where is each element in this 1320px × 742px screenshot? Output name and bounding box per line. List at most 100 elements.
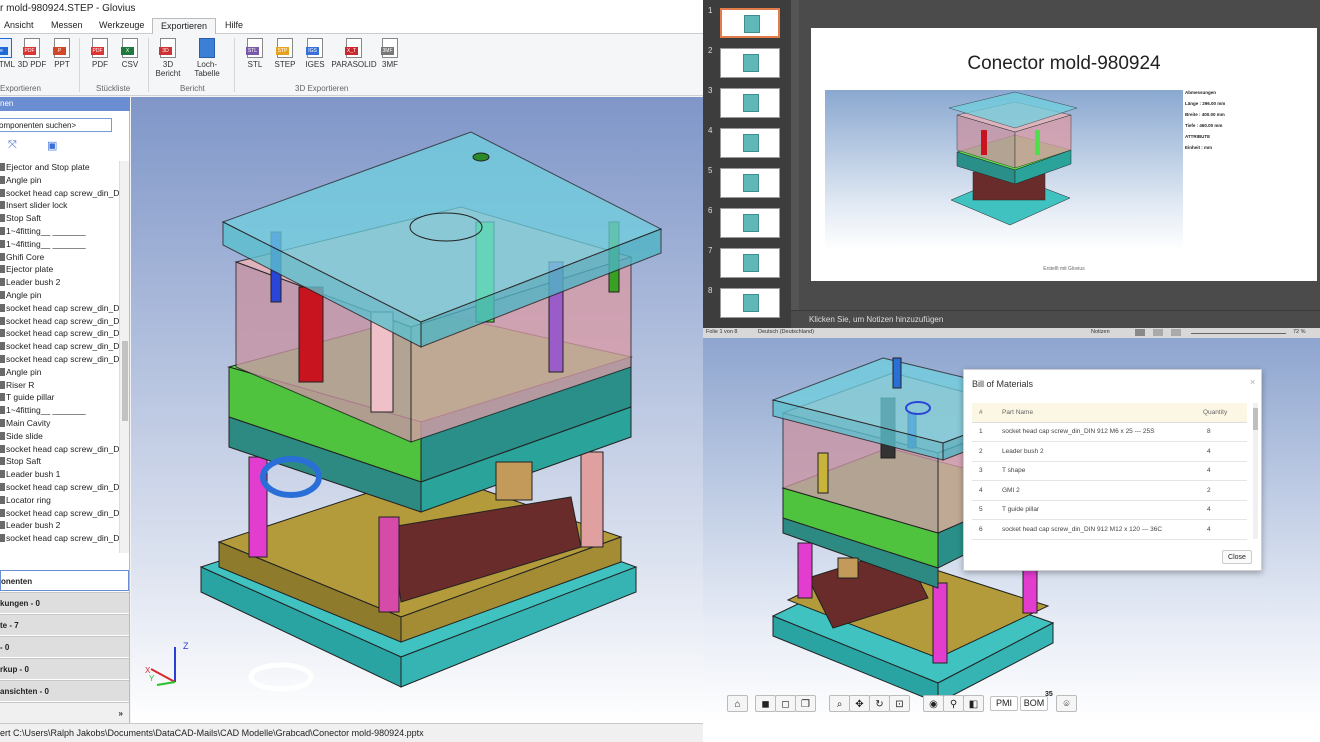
tree-scrollbar[interactable]	[119, 161, 129, 553]
tree-item[interactable]: 1~4fitting__ _______	[0, 404, 120, 417]
accordion-markup[interactable]: rkup - 0	[0, 658, 129, 679]
accordion-item-4[interactable]: - 0	[0, 636, 129, 657]
menu-ansicht[interactable]: Ansicht	[4, 20, 34, 30]
layers-icon[interactable]: ❐	[795, 695, 816, 712]
zoom-level[interactable]: 72 %	[1293, 329, 1306, 335]
tree-item[interactable]: Riser R	[0, 379, 120, 392]
bom-row[interactable]: 4 GMI 22	[972, 480, 1247, 501]
tree-item[interactable]: Ghifi Core	[0, 251, 120, 264]
tree-item[interactable]: socket head cap screw_din_DI	[0, 327, 120, 340]
export-3d-pdf-button[interactable]: PDF 3D PDF	[16, 38, 48, 69]
tree-item[interactable]: socket head cap screw_din_DI	[0, 532, 120, 545]
tree-item[interactable]: socket head cap screw_din_DI	[0, 187, 120, 200]
notes-placeholder[interactable]: Klicken Sie, um Notizen hinzuzufügen	[791, 310, 1320, 328]
pan-icon[interactable]: ✥	[849, 695, 870, 712]
slide-thumbnail[interactable]	[720, 168, 780, 198]
section-icon[interactable]: ◉	[923, 695, 944, 712]
menu-hilfe[interactable]: Hilfe	[225, 20, 243, 30]
tree-item[interactable]: socket head cap screw_din_DI	[0, 353, 120, 366]
tree-item[interactable]: socket head cap screw_din_DI	[0, 481, 120, 494]
home-icon[interactable]: ⌂	[727, 695, 748, 712]
tree-item[interactable]: 1~4fitting__ _______	[0, 225, 120, 238]
tree-item[interactable]: Side slide	[0, 430, 120, 443]
export-3mf-button[interactable]: 3MF 3MF	[374, 38, 406, 69]
zoom-icon[interactable]: ⌕	[829, 695, 850, 712]
slide-canvas[interactable]: Conector mold-980924 Abmessungen Länge :…	[811, 28, 1317, 281]
slide-pane-scrollbar[interactable]	[791, 0, 799, 310]
tree-item[interactable]: Leader bush 2	[0, 276, 120, 289]
bom-scrollbar-thumb[interactable]	[1253, 408, 1258, 430]
slide-thumbnail[interactable]	[720, 8, 780, 38]
3d-viewport[interactable]: Z X Y	[131, 97, 703, 723]
export-3d-report-button[interactable]: 3D 3D Bericht	[152, 38, 184, 78]
notes-toggle[interactable]: Notizen	[1091, 329, 1110, 335]
bom-close-icon[interactable]: ×	[1250, 377, 1255, 387]
tree-item[interactable]: Angle pin	[0, 174, 120, 187]
tree-item[interactable]: socket head cap screw_din_DI	[0, 443, 120, 456]
tree-item[interactable]: socket head cap screw_din_DI	[0, 302, 120, 315]
bom-row[interactable]: 6 socket head cap screw_din_DIN 912 M12 x…	[972, 519, 1247, 540]
accordion-anmerkungen[interactable]: kungen - 0	[0, 592, 129, 613]
slide-thumbnail[interactable]	[720, 248, 780, 278]
accordion-overflow-icon[interactable]: »	[0, 702, 129, 723]
slide-thumbnail[interactable]	[720, 128, 780, 158]
wireframe-view-icon[interactable]: ◻	[775, 695, 796, 712]
tree-item[interactable]: Main Cavity	[0, 417, 120, 430]
tree-item[interactable]: Angle pin	[0, 366, 120, 379]
bom-close-button[interactable]: Close	[1222, 550, 1252, 564]
accordion-schnitte[interactable]: te - 7	[0, 614, 129, 635]
zoom-slider[interactable]	[1191, 333, 1286, 334]
menu-exportieren[interactable]: Exportieren	[152, 18, 217, 34]
export-stl-button[interactable]: STL STL	[239, 38, 271, 69]
export-iges-button[interactable]: IGS IGES	[299, 38, 331, 69]
export-pdf-button[interactable]: PDF PDF	[84, 38, 116, 69]
solid-view-icon[interactable]: ◼	[755, 695, 776, 712]
tree-item[interactable]: socket head cap screw_din_DI	[0, 340, 120, 353]
tree-item[interactable]: Insert slider lock	[0, 199, 120, 212]
accordion-ansichten[interactable]: ansichten - 0	[0, 680, 129, 701]
menu-werkzeuge[interactable]: Werkzeuge	[99, 20, 144, 30]
slide-sorter-icon[interactable]	[1153, 329, 1163, 336]
bom-row[interactable]: 2 Leader bush 24	[972, 441, 1247, 462]
bom-row[interactable]: 3T shape 4	[972, 461, 1247, 481]
export-parasolid-button[interactable]: X_T PARASOLID	[331, 38, 377, 69]
pmi-button[interactable]: PMI	[990, 696, 1018, 711]
export-ppt-button[interactable]: P PPT	[46, 38, 78, 69]
tree-item[interactable]: socket head cap screw_din_DI	[0, 315, 120, 328]
fit-icon[interactable]: ⊡	[889, 695, 910, 712]
menu-messen[interactable]: Messen	[51, 20, 83, 30]
rotate-icon[interactable]: ↻	[869, 695, 890, 712]
slide-thumbnail[interactable]	[720, 48, 780, 78]
bom-row[interactable]: 5T guide pillar 4	[972, 500, 1247, 520]
export-hole-table-button[interactable]: Loch-Tabelle	[186, 38, 228, 78]
tree-item[interactable]: Ejector and Stop plate	[0, 161, 120, 174]
explode-icon[interactable]: ⚲	[943, 695, 964, 712]
slide-thumbnail[interactable]	[720, 208, 780, 238]
bom-button[interactable]: BOM	[1020, 696, 1048, 711]
slide-thumbnail[interactable]	[720, 88, 780, 118]
tree-item[interactable]: 1~4fitting__ _______	[0, 238, 120, 251]
export-step-button[interactable]: STP STEP	[269, 38, 301, 69]
normal-view-icon[interactable]	[1135, 329, 1145, 336]
export-csv-button[interactable]: X CSV	[114, 38, 146, 69]
language-indicator[interactable]: Deutsch (Deutschland)	[758, 329, 814, 335]
slide-thumbnail[interactable]	[720, 288, 780, 318]
tree-item[interactable]: Locator ring	[0, 494, 120, 507]
tree-item[interactable]: Angle pin	[0, 289, 120, 302]
reading-view-icon[interactable]	[1171, 329, 1181, 336]
tree-item[interactable]: socket head cap screw_din_DI	[0, 507, 120, 520]
camera-icon[interactable]: ⌾	[1056, 695, 1077, 712]
tree-item[interactable]: Stop Saft	[0, 212, 120, 225]
tree-item[interactable]: Leader bush 2	[0, 519, 120, 532]
copy-icon[interactable]: ▣	[47, 139, 57, 152]
tree-item[interactable]: Leader bush 1	[0, 468, 120, 481]
bom-scrollbar[interactable]	[1253, 403, 1258, 539]
component-search-input[interactable]: omponenten suchen>	[0, 118, 112, 132]
accordion-komponenten[interactable]: onenten	[0, 570, 129, 591]
bom-row[interactable]: 1 socket head cap screw_din_DIN 912 M6 x …	[972, 422, 1247, 442]
scrollbar-thumb[interactable]	[122, 341, 128, 421]
tree-item[interactable]: Stop Saft	[0, 455, 120, 468]
transparency-icon[interactable]: ◧	[963, 695, 984, 712]
expand-icon[interactable]: ⤧	[8, 139, 17, 152]
tree-item[interactable]: Ejector plate	[0, 263, 120, 276]
